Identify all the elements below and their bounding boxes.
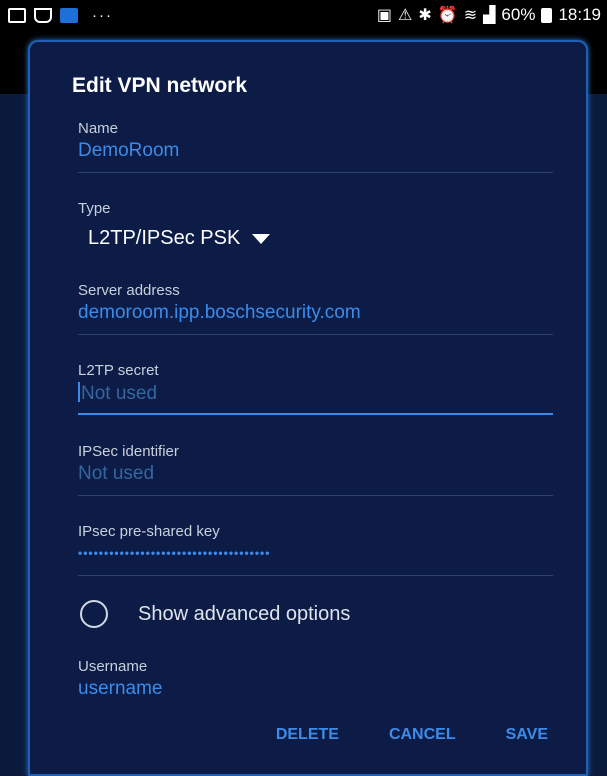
- text-caret: [78, 382, 80, 402]
- type-select[interactable]: L2TP/IPSec PSK: [78, 227, 553, 250]
- wifi-icon: ≋: [463, 7, 478, 24]
- username-input[interactable]: username: [78, 678, 553, 700]
- advanced-options-checkbox[interactable]: [80, 600, 108, 628]
- app-icon: [60, 7, 78, 23]
- name-field[interactable]: Name DemoRoom: [78, 120, 553, 173]
- l2tp-secret-placeholder: Not used: [81, 383, 158, 404]
- name-label: Name: [78, 120, 119, 137]
- image-icon: [8, 7, 26, 23]
- type-label: Type: [78, 200, 111, 217]
- advanced-options-toggle[interactable]: Show advanced options: [80, 600, 350, 628]
- type-value: L2TP/IPSec PSK: [88, 227, 241, 249]
- dialog-actions: DELETE CANCEL SAVE: [276, 726, 548, 744]
- ipsec-identifier-label: IPSec identifier: [78, 443, 179, 460]
- alarm-icon: ⏰: [437, 7, 458, 24]
- psk-underline: [78, 575, 553, 576]
- dropdown-arrow-icon: [252, 233, 271, 244]
- l2tp-secret-underline: [78, 413, 553, 415]
- username-label: Username: [78, 658, 148, 675]
- ipsec-identifier-input[interactable]: Not used: [78, 463, 553, 485]
- username-field[interactable]: Username username: [78, 658, 553, 700]
- l2tp-secret-input[interactable]: Not used: [78, 382, 553, 405]
- server-label: Server address: [78, 282, 180, 299]
- psk-field[interactable]: IPsec pre-shared key •••••••••••••••••••…: [78, 523, 553, 576]
- signal-icon: ▟: [483, 7, 496, 24]
- dialog-title: Edit VPN network: [72, 74, 248, 97]
- server-input[interactable]: demoroom.ipp.boschsecurity.com: [78, 302, 553, 324]
- status-bar: ··· ▣ ⚠ ✱ ⏰ ≋ ▟ 60% 18:19: [0, 0, 607, 30]
- save-button[interactable]: SAVE: [506, 726, 548, 744]
- more-notifications: ···: [92, 6, 113, 24]
- ipsec-identifier-field[interactable]: IPSec identifier Not used: [78, 443, 553, 496]
- server-field[interactable]: Server address demoroom.ipp.boschsecurit…: [78, 282, 553, 335]
- ipsec-identifier-underline: [78, 495, 553, 496]
- l2tp-secret-field[interactable]: L2TP secret Not used: [78, 362, 553, 415]
- voicemail-icon: [34, 7, 52, 23]
- battery-icon: [541, 7, 553, 23]
- advanced-options-label: Show advanced options: [138, 602, 351, 625]
- photo-icon: ▣: [376, 7, 393, 24]
- psk-label: IPsec pre-shared key: [78, 523, 220, 540]
- psk-input[interactable]: •••••••••••••••••••••••••••••••••••••: [78, 546, 553, 560]
- name-input[interactable]: DemoRoom: [78, 140, 553, 162]
- l2tp-secret-label: L2TP secret: [78, 362, 159, 379]
- clock: 18:19: [558, 5, 601, 24]
- edit-vpn-dialog: Edit VPN network Name DemoRoom Type L2TP…: [28, 40, 588, 776]
- delete-button[interactable]: DELETE: [276, 726, 339, 744]
- warning-icon: ⚠: [398, 7, 413, 24]
- name-underline: [78, 172, 553, 173]
- battery-percent: 60%: [501, 5, 536, 24]
- bluetooth-icon: ✱: [418, 7, 432, 24]
- cancel-button[interactable]: CANCEL: [389, 726, 456, 744]
- server-underline: [78, 334, 553, 335]
- type-field[interactable]: Type L2TP/IPSec PSK: [78, 200, 553, 250]
